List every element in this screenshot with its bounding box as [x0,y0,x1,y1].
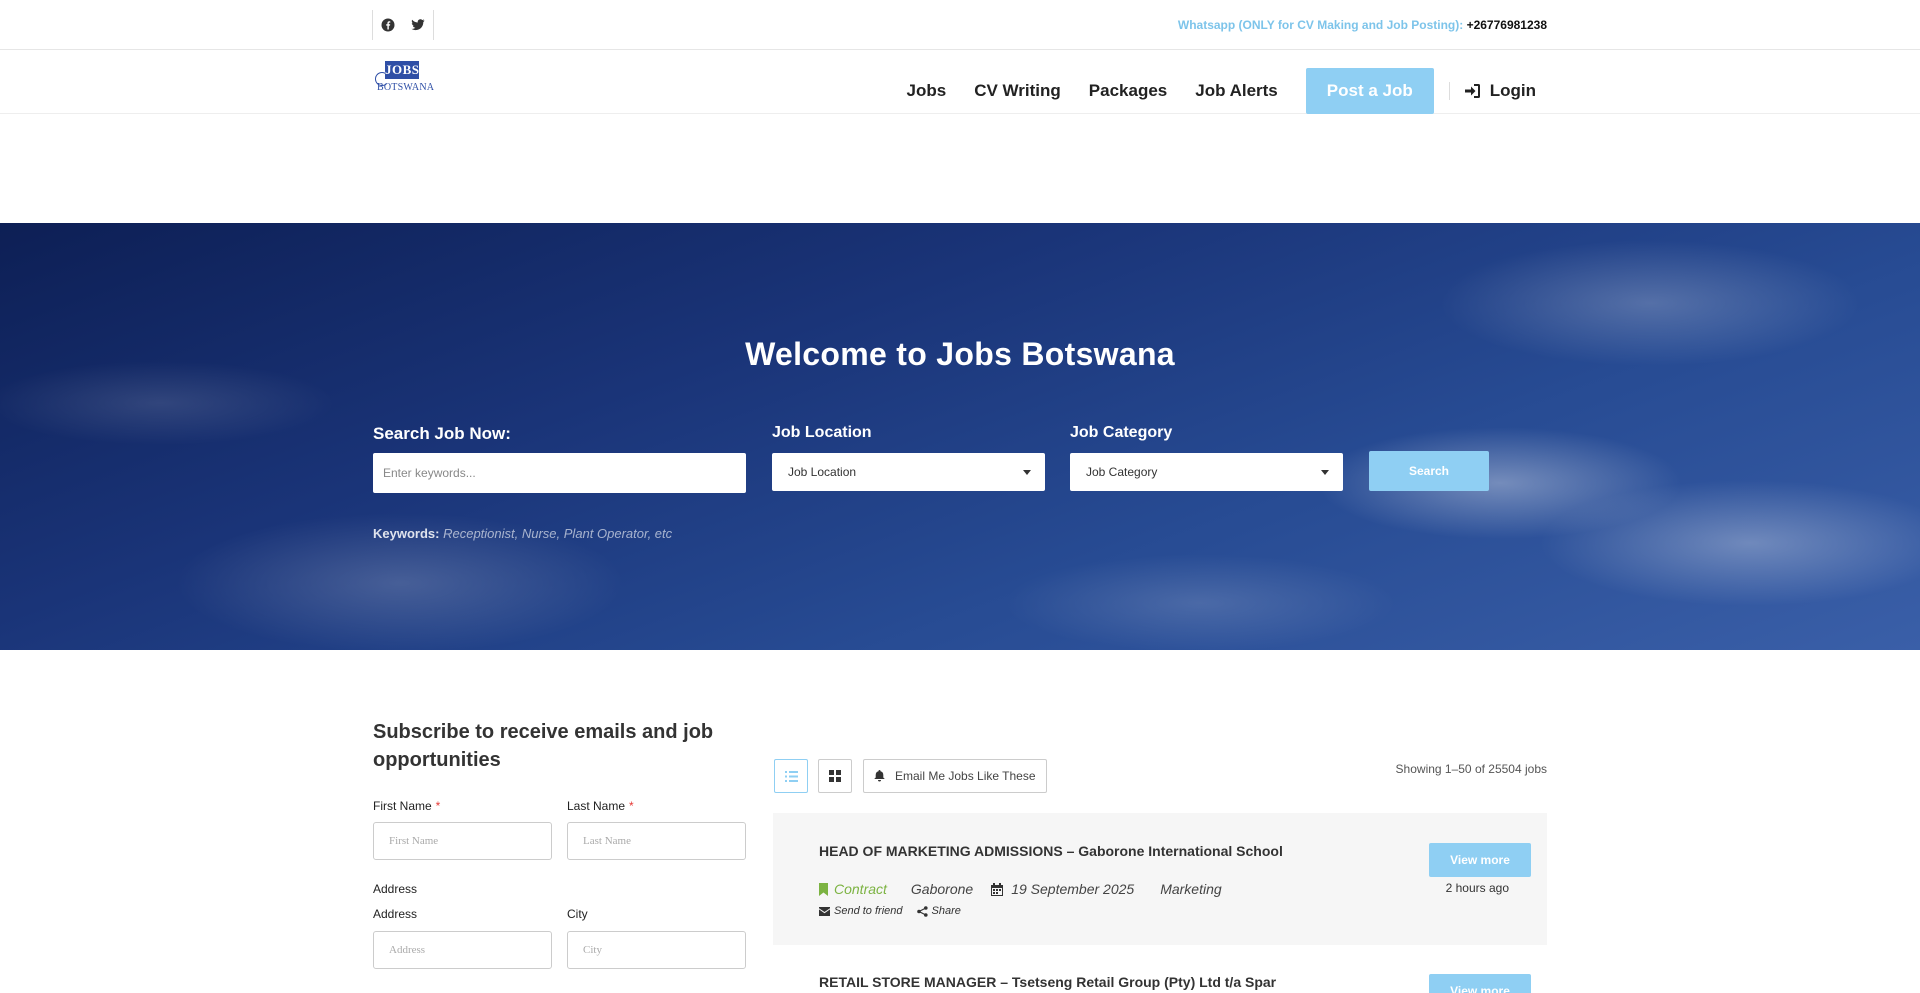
job-card: HEAD OF MARKETING ADMISSIONS – Gaborone … [773,813,1547,945]
job-title[interactable]: HEAD OF MARKETING ADMISSIONS – Gaborone … [819,843,1283,859]
envelope-icon [819,906,830,916]
share-icon [916,905,928,917]
keywords-hint-examples: Receptionist, Nurse, Plant Operator, etc [443,526,673,541]
job-date: 19 September 2025 [991,881,1134,897]
job-date-label: 19 September 2025 [1011,881,1135,897]
nav-job-alerts[interactable]: Job Alerts [1195,81,1278,101]
calendar-icon [991,882,1004,896]
address-heading: Address [373,882,418,896]
main-navbar: JOBS BOTSWANA Jobs CV Writing Packages J… [0,50,1920,114]
send-to-friend-label: Send to friend [834,905,903,917]
location-select[interactable]: Job Location [772,453,1045,491]
city-field[interactable]: City [567,931,746,969]
grid-icon [829,770,841,782]
social-links [372,10,434,40]
grid-view-button[interactable] [818,759,852,793]
share-link[interactable]: Share [916,905,961,917]
nav-cv-writing[interactable]: CV Writing [974,81,1061,101]
keywords-hint: Keywords: Receptionist, Nurse, Plant Ope… [373,526,672,541]
job-card: RETAIL STORE MANAGER – Tsetseng Retail G… [773,958,1547,993]
share-label: Share [931,905,961,917]
whatsapp-contact: Whatsapp (ONLY for CV Making and Job Pos… [1178,18,1547,32]
subscribe-heading: Subscribe to receive emails and job oppo… [373,721,714,771]
top-bar: Whatsapp (ONLY for CV Making and Job Pos… [0,0,1920,50]
job-actions: Send to friend Share [819,905,961,917]
bookmark-icon [819,882,828,896]
city-label: City [567,907,588,921]
view-more-button[interactable]: View more [1429,843,1531,877]
job-type: Contract [819,881,887,897]
search-button[interactable]: Search [1369,451,1489,491]
category-select[interactable]: Job Category [1070,453,1343,491]
location-caret-icon [1023,470,1031,475]
twitter-icon[interactable] [411,18,425,32]
nav-jobs[interactable]: Jobs [907,81,947,101]
results-count: Showing 1–50 of 25504 jobs [1395,762,1547,776]
first-name-label: First Name * [373,799,440,813]
list-view-button[interactable] [774,759,808,793]
job-title[interactable]: RETAIL STORE MANAGER – Tsetseng Retail G… [819,974,1276,990]
posted-ago: 2 hours ago [1445,881,1509,895]
first-name-field[interactable]: First Name [373,822,552,860]
bell-icon [874,770,885,782]
job-meta: Contract Gaborone 19 September 2025 Mark… [819,881,1222,897]
address-label: Address [373,907,418,921]
nav-packages[interactable]: Packages [1089,81,1167,101]
category-caret-icon [1321,470,1329,475]
location-label: Job Location [772,424,872,441]
nav-menu: Jobs CV Writing Packages Job Alerts Post… [893,68,1542,114]
last-name-label: Last Name * [567,799,634,813]
whatsapp-number[interactable]: +26776981238 [1467,18,1547,32]
address-field[interactable]: Address [373,931,552,969]
whatsapp-label: Whatsapp (ONLY for CV Making and Job Pos… [1177,18,1464,32]
keywords-hint-label: Keywords: [373,526,440,541]
keywords-input[interactable]: Enter keywords... [373,453,746,493]
location-select-value: Job Location [788,465,857,479]
first-name-label-text: First Name [373,799,432,813]
login-button[interactable]: Login [1464,81,1536,101]
view-more-button[interactable]: View more [1429,974,1531,993]
list-icon [784,770,798,782]
sign-in-icon [1464,84,1480,98]
login-label: Login [1489,81,1536,100]
site-logo[interactable]: JOBS BOTSWANA [375,60,435,98]
category-select-value: Job Category [1086,465,1158,479]
post-job-button[interactable]: Post a Job [1305,68,1434,114]
required-mark: * [629,799,634,813]
email-me-label: Email Me Jobs Like These [895,769,1036,783]
logo-sub-text: BOTSWANA [377,82,435,93]
nav-divider [1448,82,1450,100]
hero-title: Welcome to Jobs Botswana [745,336,1175,372]
hero-search-section: Welcome to Jobs Botswana Search Job Now:… [0,223,1920,650]
subscribe-section: Subscribe to receive emails and job oppo… [373,718,746,774]
search-label: Search Job Now: [373,424,511,443]
last-name-label-text: Last Name [567,799,626,813]
last-name-field[interactable]: Last Name [567,822,746,860]
job-location: Gaborone [910,881,974,897]
required-mark: * [435,799,441,813]
category-label: Job Category [1070,424,1173,441]
job-type-label: Contract [834,881,887,897]
logo-main-text: JOBS [385,61,420,79]
email-me-jobs-button[interactable]: Email Me Jobs Like These [863,759,1047,793]
send-to-friend-link[interactable]: Send to friend [819,905,903,917]
job-category: Marketing [1160,881,1222,897]
facebook-icon[interactable] [381,18,395,32]
